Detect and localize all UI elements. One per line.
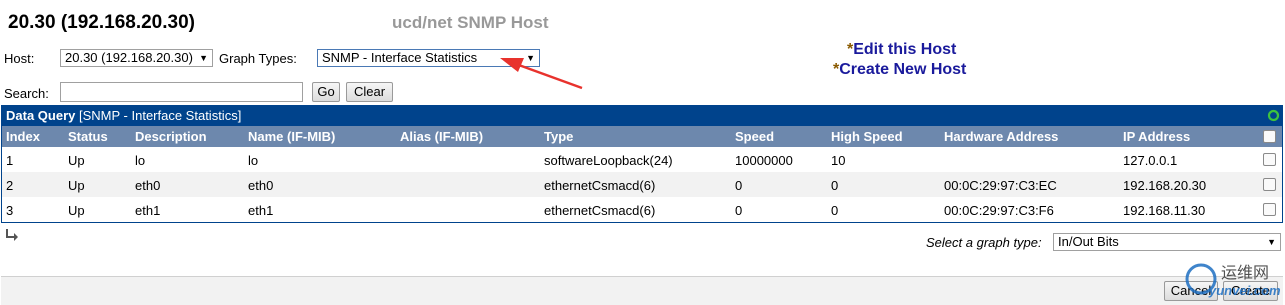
go-button[interactable]: Go xyxy=(312,82,340,102)
column-header[interactable]: Index xyxy=(6,129,40,144)
watermark-text-cn: 运维网 xyxy=(1221,263,1270,282)
cell-speed: 0 xyxy=(735,178,743,193)
column-header[interactable]: Status xyxy=(68,129,108,144)
data-query-subtitle: [SNMP - Interface Statistics] xyxy=(79,108,242,123)
cell-ip-address: 127.0.0.1 xyxy=(1123,153,1178,168)
cell-high-speed: 10 xyxy=(831,153,846,168)
search-input[interactable] xyxy=(60,82,303,102)
row-checkbox[interactable] xyxy=(1263,203,1276,216)
table-row[interactable]: 1 Up lo lo softwareLoopback(24) 10000000… xyxy=(2,147,1282,172)
cell-speed: 0 xyxy=(735,203,743,218)
cell-status: Up xyxy=(68,203,85,218)
cell-speed: 10000000 xyxy=(735,153,793,168)
cell-type: ethernetCsmacd(6) xyxy=(544,178,656,193)
host-label: Host: xyxy=(4,51,35,66)
cell-name: eth0 xyxy=(248,178,274,193)
create-host-link[interactable]: Create New Host xyxy=(839,61,966,78)
data-query-title: Data Query xyxy=(6,108,76,123)
cell-hardware-address: 00:0C:29:97:C3:F6 xyxy=(944,203,1054,218)
table-row[interactable]: 3 Up eth1 eth1 ethernetCsmacd(6) 0 0 00:… xyxy=(2,197,1282,222)
graph-type-label: Select a graph type: xyxy=(926,235,1042,250)
reload-query-icon[interactable] xyxy=(1267,109,1280,122)
edit-host-link-row: *Edit this Host xyxy=(847,41,956,59)
cell-type: ethernetCsmacd(6) xyxy=(544,203,656,218)
cell-index: 1 xyxy=(6,153,14,168)
select-all-checkbox[interactable] xyxy=(1263,130,1276,143)
cell-status: Up xyxy=(68,153,85,168)
host-select[interactable]: 20.30 (192.168.20.30) ▼ xyxy=(60,49,213,67)
column-header[interactable]: Speed xyxy=(735,129,774,144)
host-template-name: ucd/net SNMP Host xyxy=(392,13,549,32)
graph-type-select[interactable]: In/Out Bits ▼ xyxy=(1053,233,1281,251)
column-header[interactable]: Name (IF-MIB) xyxy=(248,129,335,144)
cell-high-speed: 0 xyxy=(831,178,839,193)
watermark-text-en: yunvei.com xyxy=(1209,283,1281,298)
cell-ip-address: 192.168.20.30 xyxy=(1123,178,1207,193)
column-header[interactable]: High Speed xyxy=(831,129,903,144)
clear-button[interactable]: Clear xyxy=(346,82,393,102)
chevron-down-icon: ▼ xyxy=(1267,237,1276,247)
cell-description: eth0 xyxy=(135,178,161,193)
cell-index: 3 xyxy=(6,203,14,218)
edit-host-link[interactable]: Edit this Host xyxy=(853,41,956,58)
column-header[interactable]: Description xyxy=(135,129,207,144)
create-host-link-row: *Create New Host xyxy=(833,61,966,79)
table-header: Index Status Description Name (IF-MIB) A… xyxy=(2,126,1282,147)
cell-status: Up xyxy=(68,178,85,193)
row-checkbox[interactable] xyxy=(1263,178,1276,191)
annotation-arrow-icon xyxy=(500,58,583,90)
graph-types-select-value: SNMP - Interface Statistics xyxy=(322,50,478,65)
cell-name: lo xyxy=(248,153,259,168)
search-label: Search: xyxy=(4,86,49,101)
graph-type-select-value: In/Out Bits xyxy=(1058,234,1119,249)
arrow-down-right-icon xyxy=(6,229,18,241)
cell-type: softwareLoopback(24) xyxy=(544,153,673,168)
cell-name: eth1 xyxy=(248,203,274,218)
row-checkbox[interactable] xyxy=(1263,153,1276,166)
column-header[interactable]: IP Address xyxy=(1123,129,1190,144)
cell-ip-address: 192.168.11.30 xyxy=(1123,203,1206,218)
host-select-value: 20.30 (192.168.20.30) xyxy=(65,50,193,65)
page-title: 20.30 (192.168.20.30) xyxy=(8,12,195,33)
column-header[interactable]: Alias (IF-MIB) xyxy=(400,129,483,144)
footer-bar xyxy=(1,276,1283,305)
cell-hardware-address: 00:0C:29:97:C3:EC xyxy=(944,178,1057,193)
table-row[interactable]: 2 Up eth0 eth0 ethernetCsmacd(6) 0 0 00:… xyxy=(2,172,1282,197)
cell-index: 2 xyxy=(6,178,14,193)
data-query-title-bar: Data Query [SNMP - Interface Statistics] xyxy=(1,105,1283,126)
chevron-down-icon: ▼ xyxy=(199,53,208,63)
watermark-logo: 运维网 yunvei.com xyxy=(1181,257,1281,303)
cell-description: eth1 xyxy=(135,203,161,218)
column-header[interactable]: Type xyxy=(544,129,573,144)
column-header[interactable]: Hardware Address xyxy=(944,129,1058,144)
cell-description: lo xyxy=(135,153,146,168)
graph-types-label: Graph Types: xyxy=(219,51,297,66)
cell-high-speed: 0 xyxy=(831,203,839,218)
